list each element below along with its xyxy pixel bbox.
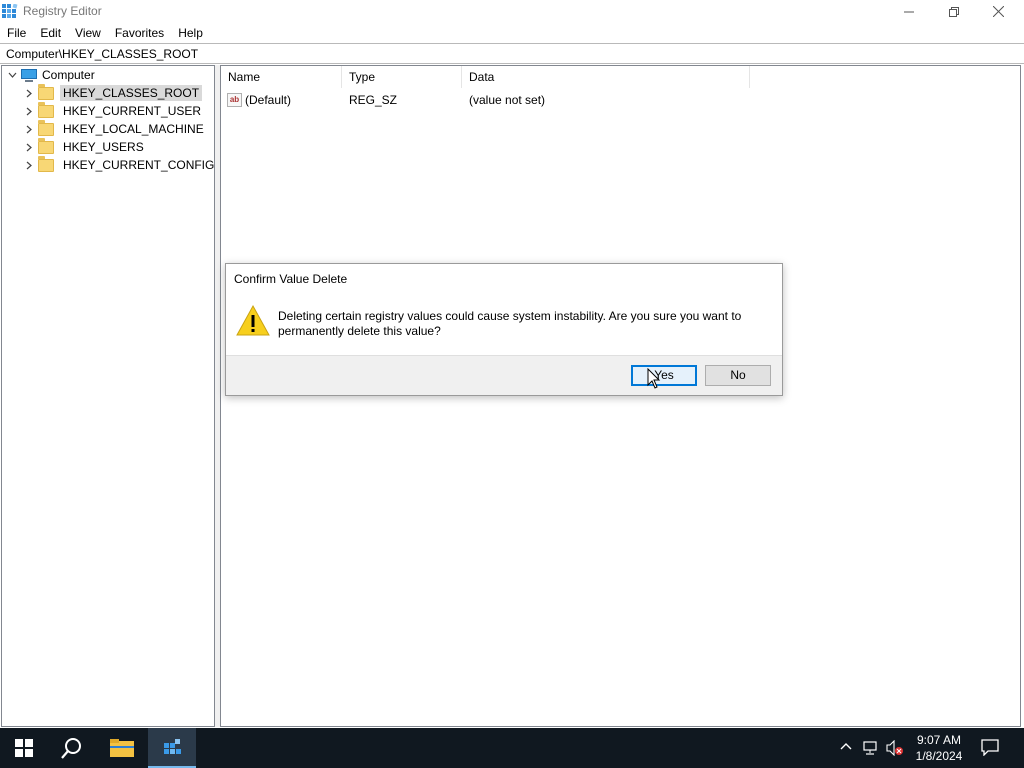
volume-muted-icon [886,739,903,757]
chevron-up-icon [840,743,852,750]
search-button[interactable] [48,728,96,768]
value-row-data: (value not set) [469,93,546,107]
close-button[interactable] [976,0,1021,23]
window-title: Registry Editor [23,4,102,18]
address-path: Computer\HKEY_CLASSES_ROOT [6,47,199,61]
minimize-button[interactable] [886,0,931,23]
values-list[interactable]: Name Type Data ab (Default) REG_SZ (valu… [220,65,1021,727]
string-value-icon: ab [227,93,242,107]
tree-pane[interactable]: Computer HKEY_CLASSES_ROOT HKEY_CURRENT_… [1,65,215,727]
file-explorer-icon [110,739,134,757]
folder-icon [38,101,54,118]
chevron-right-icon[interactable] [22,141,34,153]
dialog-title: Confirm Value Delete [234,272,348,286]
tree-node-hkcu[interactable]: HKEY_CURRENT_USER [22,101,204,120]
tree-node-hkcr[interactable]: HKEY_CLASSES_ROOT [22,83,203,102]
computer-icon [20,68,38,82]
tree-node-label: HKEY_LOCAL_MACHINE [63,122,204,136]
tree-node-label: HKEY_USERS [63,140,144,154]
folder-icon [38,119,54,136]
tree-node-hklm[interactable]: HKEY_LOCAL_MACHINE [22,119,207,138]
clock-date: 1/8/2024 [915,749,963,763]
tree-node-computer[interactable]: Computer [6,66,98,84]
tree-node-hkcc[interactable]: HKEY_CURRENT_CONFIG [22,155,217,174]
network-button[interactable] [862,740,878,756]
menu-help[interactable]: Help [171,23,210,43]
tree-node-hku[interactable]: HKEY_USERS [22,137,147,156]
column-header-name[interactable]: Name [221,66,342,88]
value-row-type: REG_SZ [349,93,398,107]
value-row-name[interactable]: (Default) [245,91,291,109]
chevron-right-icon[interactable] [22,123,34,135]
minimize-icon [903,11,914,12]
restore-icon [948,6,959,17]
volume-button[interactable] [886,739,903,757]
menu-file[interactable]: File [0,23,33,43]
dialog-message: Deleting certain registry values could c… [278,309,742,338]
folder-icon [38,83,54,100]
tree-node-label: Computer [42,68,95,82]
chevron-right-icon[interactable] [22,159,34,171]
mouse-cursor-icon [647,368,661,389]
address-bar[interactable]: Computer\HKEY_CLASSES_ROOT [0,43,1024,64]
tree-node-label: HKEY_CURRENT_CONFIG [63,158,215,172]
menu-bar: File Edit View Favorites Help [0,23,1024,43]
tree-node-label: HKEY_CURRENT_USER [63,104,202,118]
registry-editor-taskbar-button[interactable] [148,728,196,768]
title-bar: Registry Editor [0,0,1024,23]
no-button[interactable]: No [705,365,771,386]
menu-edit[interactable]: Edit [33,23,68,43]
chevron-down-icon[interactable] [6,69,18,81]
chevron-right-icon[interactable] [22,105,34,117]
action-center-button[interactable] [980,738,1002,758]
registry-icon [2,4,18,18]
menu-favorites[interactable]: Favorites [108,23,171,43]
clock-time: 9:07 AM [916,733,962,747]
close-icon [993,6,1004,17]
show-hidden-icons-button[interactable] [838,740,854,756]
taskbar: 9:07 AM 1/8/2024 [0,728,1024,768]
folder-icon [38,137,54,154]
start-icon [15,739,33,757]
warning-icon [236,304,270,336]
registry-editor-icon [164,739,181,754]
confirm-delete-dialog: Confirm Value Delete Deleting certain re… [225,263,783,396]
search-icon [61,738,81,759]
tree-node-label: HKEY_CLASSES_ROOT [60,85,203,101]
notification-icon [981,739,999,757]
dialog-footer: Yes No [226,355,782,395]
chevron-right-icon[interactable] [22,87,34,99]
column-header-data[interactable]: Data [462,66,750,88]
column-header-type[interactable]: Type [342,66,462,88]
restore-button[interactable] [931,0,976,23]
folder-icon [38,155,54,172]
file-explorer-button[interactable] [98,728,146,768]
network-icon [863,741,877,755]
start-button[interactable] [0,728,48,768]
menu-view[interactable]: View [68,23,108,43]
yes-button[interactable]: Yes [631,365,697,386]
taskbar-clock[interactable]: 9:07 AM 1/8/2024 [906,732,972,764]
